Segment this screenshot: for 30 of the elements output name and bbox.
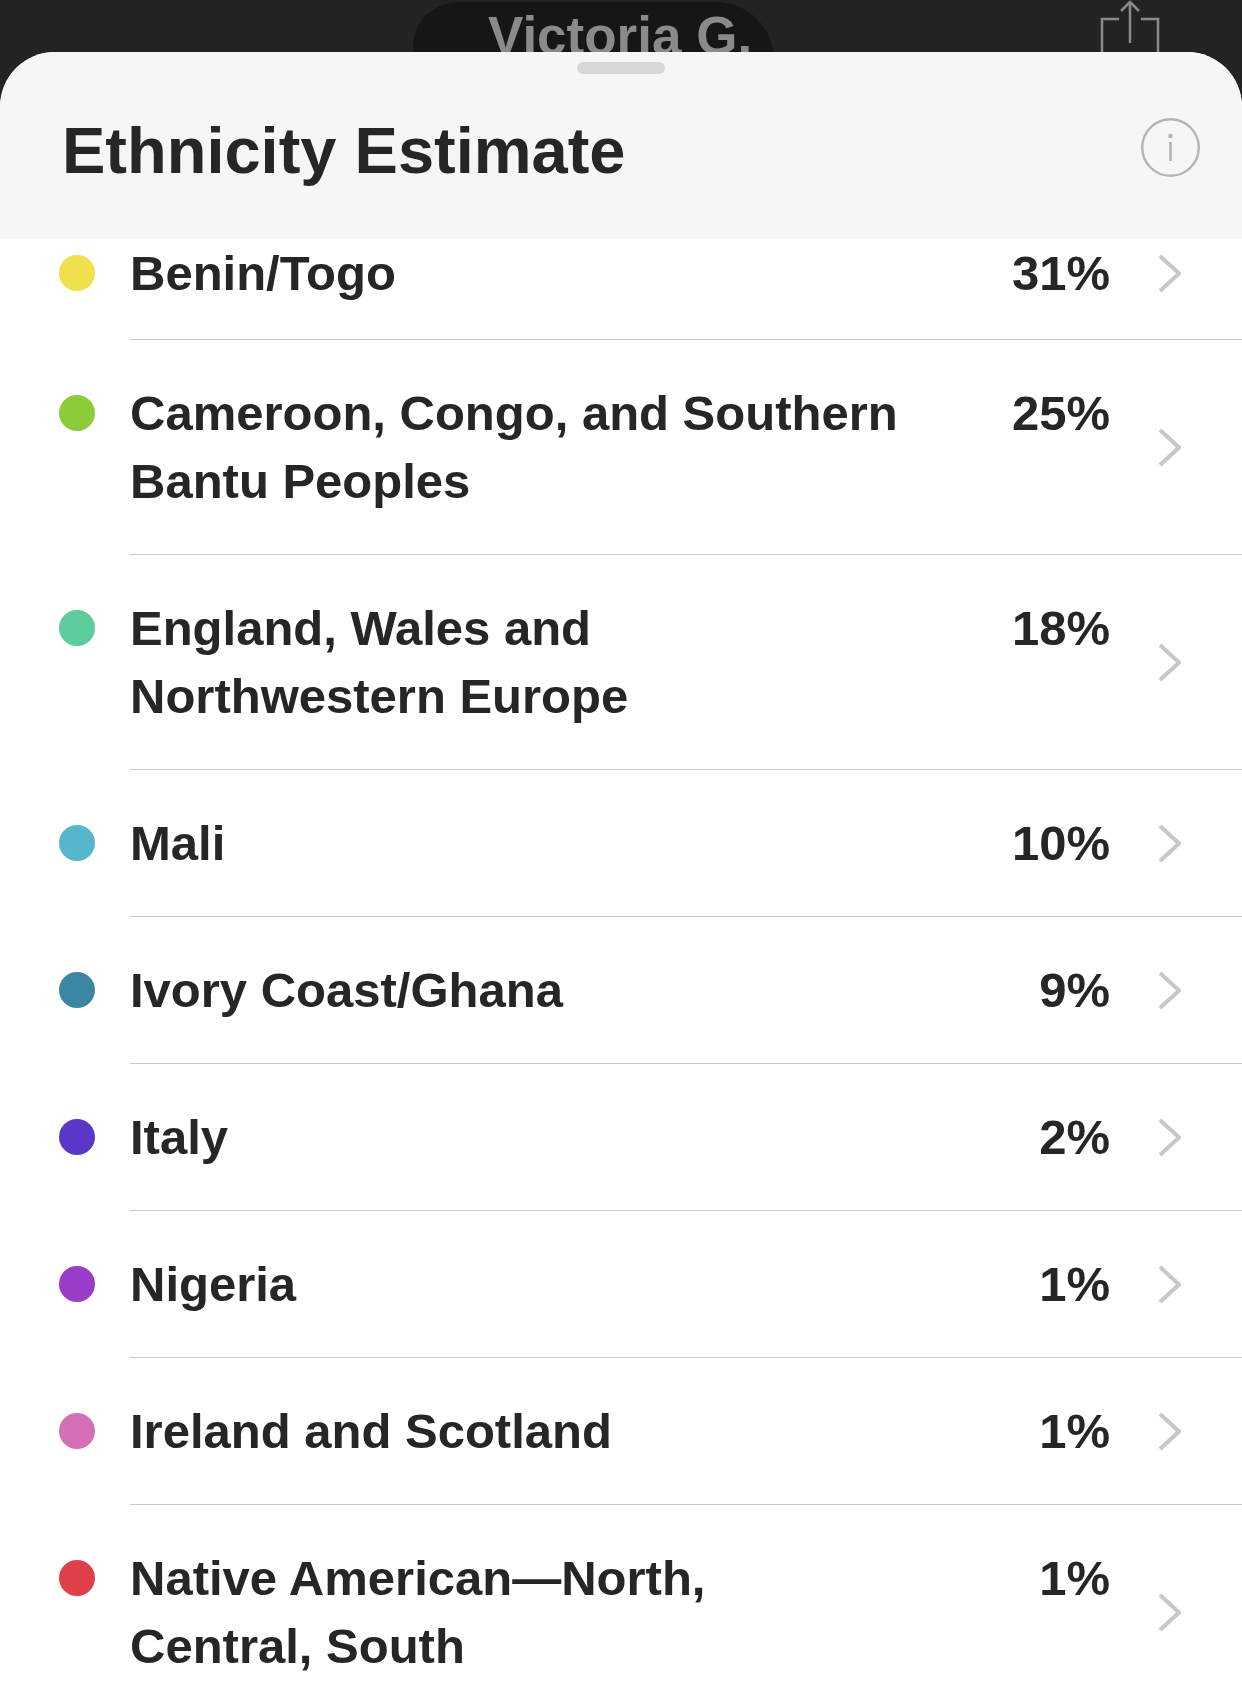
- ethnicity-percent: 9%: [1039, 962, 1110, 1019]
- chevron-right-icon[interactable]: [1158, 1592, 1181, 1632]
- ethnicity-name: Ivory Coast/Ghana: [130, 962, 563, 1019]
- ethnicity-percent: 1%: [1039, 1403, 1110, 1460]
- chevron-right-icon[interactable]: [1158, 1117, 1181, 1157]
- ethnicity-name: England, Wales and Northwestern Europe: [130, 600, 630, 725]
- ethnicity-percent: 10%: [1011, 815, 1110, 872]
- ethnicity-percent: 25%: [1011, 385, 1110, 442]
- drag-handle[interactable]: [577, 62, 665, 74]
- ethnicity-name: Ireland and Scotland: [130, 1403, 612, 1460]
- chevron-right-icon[interactable]: [1158, 1264, 1181, 1304]
- ethnicity-name: Native American—North, Central, South: [130, 1550, 707, 1675]
- ethnicity-percent: 31%: [1011, 245, 1110, 302]
- chevron-right-icon[interactable]: [1158, 427, 1181, 467]
- ethnicity-name: Nigeria: [130, 1256, 297, 1313]
- ethnicity-percent: 1%: [1039, 1256, 1110, 1313]
- chevron-right-icon[interactable]: [1158, 970, 1181, 1010]
- ethnicity-name: Cameroon, Congo, and Southern Bantu Peoples: [130, 385, 899, 510]
- ethnicity-name: Mali: [130, 815, 226, 872]
- chevron-right-icon[interactable]: [1158, 642, 1181, 682]
- chevron-right-icon[interactable]: [1158, 823, 1181, 863]
- info-icon[interactable]: [1141, 118, 1200, 177]
- chevron-right-icon[interactable]: [1158, 253, 1181, 293]
- chevron-right-icon[interactable]: [1158, 1411, 1181, 1451]
- ethnicity-name: Benin/Togo: [130, 245, 396, 302]
- ethnicity-percent: 1%: [1039, 1550, 1110, 1607]
- share-icon[interactable]: [1100, 0, 1160, 52]
- ethnicity-name: Italy: [130, 1109, 229, 1166]
- ethnicity-percent: 18%: [1011, 600, 1110, 657]
- ethnicity-percent: 2%: [1039, 1109, 1110, 1166]
